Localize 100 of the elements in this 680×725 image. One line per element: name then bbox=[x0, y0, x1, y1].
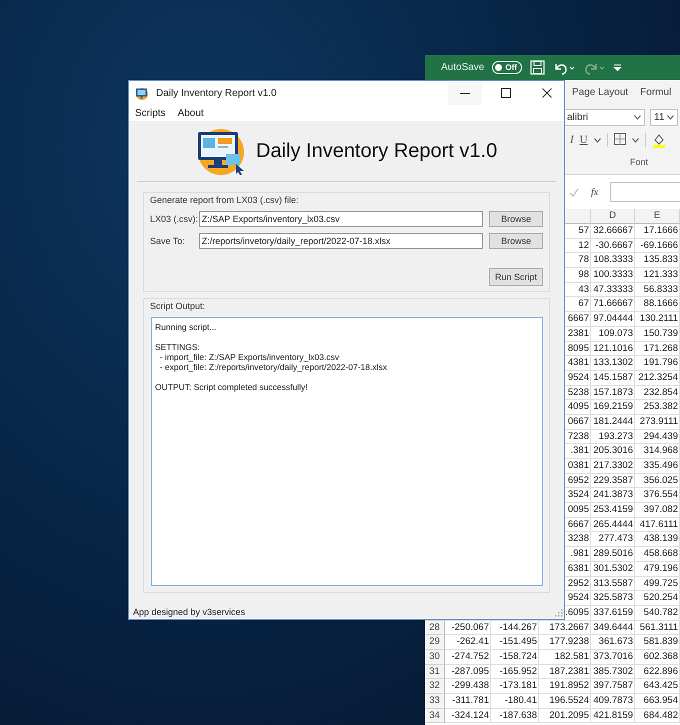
table-cell: 458.668 bbox=[635, 547, 680, 562]
table-cell: 47.33333 bbox=[591, 282, 635, 298]
group-title: Generate report from LX03 (.csv) file: bbox=[150, 195, 300, 205]
table-cell: 663.954 bbox=[635, 694, 680, 709]
table-cell: -158.724 bbox=[491, 650, 539, 665]
table-cell: -187.638 bbox=[491, 708, 539, 724]
maximize-icon bbox=[501, 88, 511, 98]
table-cell: 253.4159 bbox=[591, 503, 635, 518]
save-icon[interactable] bbox=[530, 60, 545, 75]
caret-icon bbox=[634, 115, 641, 120]
font-name-dropdown[interactable]: alibri bbox=[563, 109, 645, 126]
table-cell: 108.3333 bbox=[591, 253, 635, 268]
table-cell: 217.3302 bbox=[591, 459, 635, 474]
table-cell: 109.073 bbox=[591, 326, 635, 342]
output-field[interactable]: Running script... SETTINGS: - import_file: Z:/SAP Exports/inventory_lx03.csv - export_file: Z:/reports/invetory/daily_report/2022-07-18.xlsx OUTPUT: Script completed successfully! bbox=[151, 317, 543, 586]
table-cell: 561.3111 bbox=[635, 620, 680, 636]
ribbon-tab[interactable]: Formul bbox=[640, 87, 672, 98]
table-cell: -165.952 bbox=[491, 664, 539, 680]
table-cell: -274.752 bbox=[445, 650, 491, 665]
caret-icon bbox=[594, 138, 601, 142]
run-script-button[interactable]: Run Script bbox=[489, 268, 543, 286]
table-cell: 130.2111 bbox=[635, 312, 680, 327]
table-cell: 71.66667 bbox=[591, 297, 635, 312]
underline-button[interactable]: U bbox=[580, 134, 588, 146]
table-cell: 520.254 bbox=[635, 591, 680, 606]
table-cell: 421.8159 bbox=[591, 708, 635, 724]
table-cell: 335.496 bbox=[635, 459, 680, 474]
table-cell: 540.782 bbox=[635, 606, 680, 621]
table-cell: 373.7016 bbox=[591, 650, 635, 665]
fill-color-icon[interactable] bbox=[652, 132, 666, 148]
table-cell: 361.673 bbox=[591, 635, 635, 650]
table-cell: 241.3873 bbox=[591, 488, 635, 504]
formula-field[interactable] bbox=[610, 182, 680, 202]
table-cell: -151.495 bbox=[491, 635, 539, 650]
table-cell: 479.196 bbox=[635, 562, 680, 576]
row-number: 34 bbox=[425, 708, 445, 724]
table-cell: 397.082 bbox=[635, 503, 680, 518]
column-header: D bbox=[591, 209, 635, 224]
table-cell: 191.796 bbox=[635, 356, 680, 371]
table-cell: 157.1873 bbox=[591, 386, 635, 400]
table-cell: 397.7587 bbox=[591, 679, 635, 694]
customize-icon[interactable] bbox=[612, 63, 622, 72]
table-cell: 643.425 bbox=[635, 679, 680, 694]
table-cell: 229.3587 bbox=[591, 474, 635, 488]
insert-function-button[interactable]: fx bbox=[591, 186, 598, 198]
table-cell: 177.9238 bbox=[539, 635, 591, 650]
autosave-toggle[interactable]: Off bbox=[492, 61, 522, 74]
table-cell: 277.473 bbox=[591, 532, 635, 548]
table-cell: 150.739 bbox=[635, 326, 680, 342]
autosave-label: AutoSave bbox=[441, 62, 484, 73]
menu-item[interactable]: About bbox=[178, 108, 204, 118]
table-cell: 253.382 bbox=[635, 400, 680, 415]
table-cell: 88.1666 bbox=[635, 297, 680, 312]
browse-button[interactable]: Browse bbox=[489, 211, 544, 227]
checkmark-icon[interactable] bbox=[569, 188, 579, 196]
row-number: 32 bbox=[425, 679, 445, 694]
resize-grip-icon[interactable] bbox=[555, 609, 563, 617]
table-cell: 417.6111 bbox=[635, 518, 680, 532]
field-label: Save To: bbox=[150, 236, 186, 246]
table-cell: 32.66667 bbox=[591, 224, 635, 239]
browse-button[interactable]: Browse bbox=[489, 233, 544, 249]
ribbon-tab[interactable]: Page Layout bbox=[572, 87, 628, 98]
table-cell: 314.968 bbox=[635, 444, 680, 459]
table-cell: 438.139 bbox=[635, 532, 680, 548]
table-cell: -299.438 bbox=[445, 679, 491, 694]
table-cell: -262.41 bbox=[445, 635, 491, 650]
table-cell: -324.124 bbox=[445, 708, 491, 724]
table-cell: 182.581 bbox=[539, 650, 591, 665]
table-cell: 294.439 bbox=[635, 430, 680, 444]
table-cell: 135.833 bbox=[635, 253, 680, 268]
caret-icon bbox=[632, 138, 639, 142]
italic-button[interactable]: I bbox=[570, 134, 574, 146]
table-cell: 684.482 bbox=[635, 708, 680, 724]
table-cell: 273.9111 bbox=[635, 414, 680, 430]
table-cell: 169.2159 bbox=[591, 400, 635, 415]
font-size-dropdown[interactable]: 11 bbox=[650, 109, 678, 126]
table-cell: 325.5873 bbox=[591, 591, 635, 606]
table-cell: 602.368 bbox=[635, 650, 680, 665]
table-cell: 100.3333 bbox=[591, 268, 635, 283]
row-number: 33 bbox=[425, 694, 445, 709]
table-cell: 232.854 bbox=[635, 386, 680, 400]
table-cell: 205.3016 bbox=[591, 444, 635, 459]
table-cell: 187.2381 bbox=[539, 664, 591, 680]
table-cell: 201.2095 bbox=[539, 708, 591, 724]
menu-item[interactable]: Scripts bbox=[135, 108, 166, 118]
table-cell: -30.6667 bbox=[591, 238, 635, 254]
borders-icon[interactable] bbox=[614, 133, 626, 147]
table-cell: 97.04444 bbox=[591, 312, 635, 327]
window-title: Daily Inventory Report v1.0 bbox=[156, 88, 277, 98]
path-field[interactable]: Z:/reports/invetory/daily_report/2022-07-18.xlsx bbox=[198, 233, 484, 249]
row-number: 30 bbox=[425, 650, 445, 665]
path-field[interactable]: Z:/SAP Exports/inventory_lx03.csv bbox=[198, 211, 484, 227]
table-cell: 17.1666 bbox=[635, 224, 680, 239]
table-cell: 171.268 bbox=[635, 342, 680, 356]
close-icon bbox=[542, 88, 552, 98]
table-cell: 212.3254 bbox=[635, 370, 680, 386]
table-cell: 356.025 bbox=[635, 474, 680, 488]
table-cell: 196.5524 bbox=[539, 694, 591, 709]
table-cell: 337.6159 bbox=[591, 606, 635, 621]
group-label: Font bbox=[629, 157, 650, 167]
